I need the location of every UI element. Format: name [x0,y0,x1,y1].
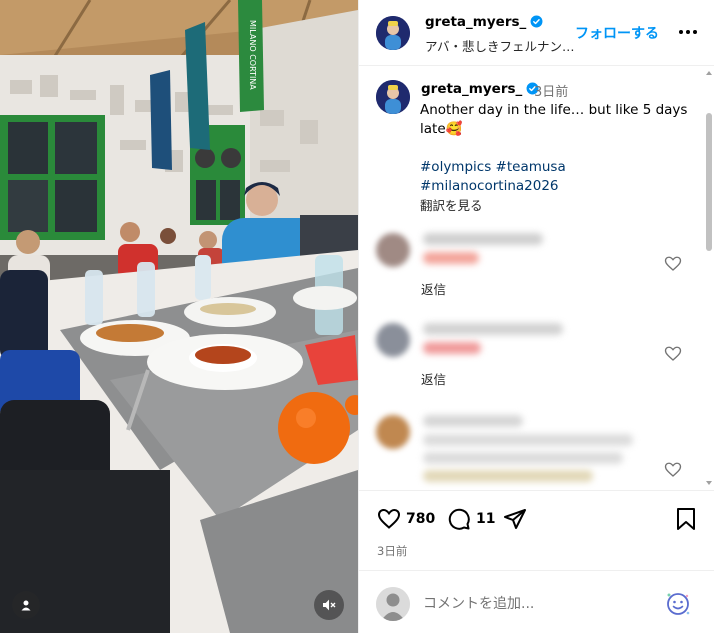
comment-item: 返信 [359,227,699,307]
commenter-avatar[interactable] [376,415,410,449]
share-button[interactable] [503,507,527,531]
post-actions: 780 11 3日前 [359,490,714,570]
post-header: greta_myers_ アバ・悲しきフェルナン… フォローする [359,0,714,66]
audio-track-link[interactable]: アバ・悲しきフェルナン… [425,36,585,55]
post-date: 3日前 [377,544,408,558]
author-username-text[interactable]: greta_myers_ [425,14,526,30]
blurred-comment-text [423,342,481,354]
video-frame: MILANO CORTINA [0,0,358,633]
like-button[interactable]: 780 [377,507,435,531]
reply-button[interactable]: 返信 [421,279,446,298]
blurred-comment-username [423,415,523,427]
avatar-image [376,16,410,50]
see-translation-link[interactable]: 翻訳を見る [420,195,483,214]
caption-hashtags[interactable]: #olympics #teamusa #milanocortina2026 [420,158,620,196]
default-user-icon [376,587,410,621]
commenter-avatar[interactable] [376,323,410,357]
speech-bubble-icon [448,508,470,530]
current-user-avatar [376,587,410,621]
scrollbar-thumb[interactable] [706,113,712,251]
blurred-comment-username [423,233,543,245]
comments-scrollbar[interactable] [705,67,713,490]
comment-input[interactable] [423,592,653,616]
heart-outline-icon[interactable] [664,345,682,363]
caption-username-text[interactable]: greta_myers_ [421,81,522,97]
comment-composer [359,570,714,633]
ellipsis-icon[interactable] [677,23,699,41]
comment-button[interactable]: 11 [447,507,495,531]
speaker-muted-icon [323,599,336,611]
commenter-avatar[interactable] [376,233,410,267]
heart-outline-icon[interactable] [664,461,682,479]
avatar-image [376,80,410,114]
mute-toggle-button[interactable] [314,590,344,620]
comment-count: 11 [476,511,496,527]
author-username[interactable]: greta_myers_ [425,14,543,30]
post-side-panel: greta_myers_ アバ・悲しきフェルナン… フォローする greta_m… [358,0,714,633]
like-count: 780 [406,511,436,527]
banner-text: MILANO CORTINA [248,20,257,90]
comments-scroll-area[interactable]: greta_myers_ 3日前 Another day in the life… [359,67,714,490]
heart-outline-icon[interactable] [664,255,682,273]
tagged-users-button[interactable] [12,591,40,619]
caption-text: Another day in the life… but like 5 days… [420,102,688,137]
reply-button[interactable]: 返信 [421,369,446,388]
scroll-down-arrow-icon[interactable] [705,479,713,487]
caption-timestamp: 3日前 [534,85,569,100]
post-video[interactable]: MILANO CORTINA [0,0,358,633]
follow-button[interactable]: フォローする [575,23,659,43]
blurred-comment-text [423,252,479,264]
author-avatar[interactable] [376,16,410,50]
save-button[interactable] [675,507,697,531]
comment-item: 返信 [359,317,699,397]
paper-plane-icon [504,509,526,529]
verified-badge-icon [530,15,543,28]
scroll-up-arrow-icon[interactable] [705,69,713,77]
blurred-comment-username [423,323,563,335]
caption-username[interactable]: greta_myers_ [421,81,539,97]
comment-item [359,409,699,490]
bookmark-icon [677,508,695,530]
emoji-icon[interactable] [664,590,692,618]
blurred-comment-text [423,434,633,446]
person-icon [21,600,31,611]
heart-icon [377,508,401,529]
blurred-comment-text [423,452,623,464]
blurred-comment-text [423,470,593,482]
caption-avatar[interactable] [376,80,410,114]
